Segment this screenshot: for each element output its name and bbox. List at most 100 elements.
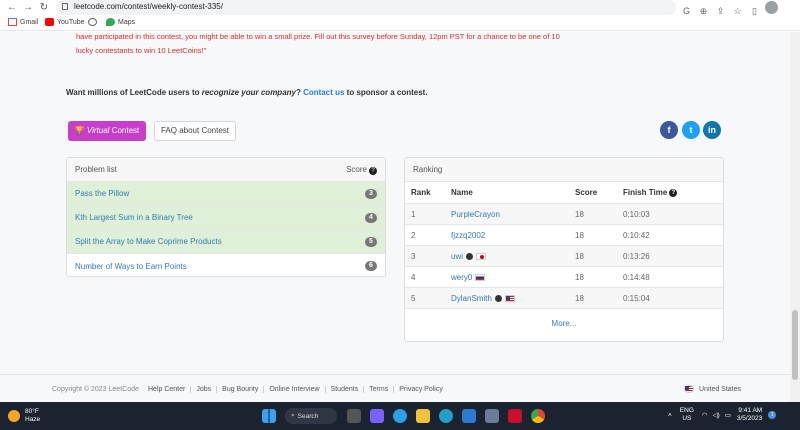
language-indicator[interactable]: ENG US xyxy=(680,407,694,423)
taskbar-apps: ⌕ Search xyxy=(262,408,554,424)
region-selector[interactable]: United States xyxy=(684,385,741,393)
browser-toolbar: ← → ↻ leetcode.com/contest/weekly-contes… xyxy=(0,0,800,32)
problem-score: 5 xyxy=(365,236,377,247)
footer-link[interactable]: Privacy Policy xyxy=(393,386,448,393)
help-icon[interactable]: ? xyxy=(669,188,678,197)
camera-icon[interactable] xyxy=(485,409,499,423)
japan-flag-icon xyxy=(476,252,487,260)
address-bar[interactable]: leetcode.com/contest/weekly-contest-335/ xyxy=(56,0,676,15)
chevron-up-icon[interactable]: ˄ xyxy=(668,412,672,419)
scrollbar-thumb[interactable] xyxy=(792,310,798,380)
user-link[interactable]: uwi xyxy=(451,252,463,261)
ranking-row: 5 DylanSmith 18 0:15:04 xyxy=(405,288,723,309)
user-link[interactable]: wery0 xyxy=(451,273,472,282)
help-icon[interactable]: ? xyxy=(369,166,377,175)
survey-notice: have participated in this contest, you m… xyxy=(76,32,560,55)
usa-flag-icon xyxy=(684,385,694,393)
ranking-row: 2 fjzzq2002 18 0:10:42 xyxy=(405,225,723,246)
bookmark-maps[interactable]: Maps xyxy=(106,18,135,26)
russia-flag-icon xyxy=(475,273,486,281)
problem-score: 4 xyxy=(365,212,377,223)
back-arrow-icon[interactable]: ← xyxy=(6,0,18,15)
ranking-columns: Rank Name Score Finish Time? xyxy=(405,182,723,204)
sponsor-message: Want millions of LeetCode users to recog… xyxy=(66,88,428,97)
ranking-panel: Ranking Rank Name Score Finish Time? 1 P… xyxy=(404,157,724,342)
volume-icon[interactable]: ◁) xyxy=(713,411,720,419)
badge-icon xyxy=(466,252,474,260)
clock[interactable]: 9:41 AM 3/5/2023 xyxy=(737,407,762,423)
bookmark-youtube[interactable]: YouTube xyxy=(45,18,85,26)
footer-link[interactable]: Terms xyxy=(363,386,394,393)
bookmark-gmail[interactable]: Gmail xyxy=(8,18,38,26)
trophy-icon: 🏆 xyxy=(74,126,85,135)
globe-icon xyxy=(88,18,97,26)
weather-icon xyxy=(8,410,20,422)
wifi-icon[interactable]: ◠ xyxy=(702,411,708,419)
problem-link[interactable]: Split the Array to Make Coprime Products xyxy=(75,237,222,246)
problem-list-header: Problem list Score? xyxy=(67,158,385,182)
virtual-contest-button[interactable]: 🏆 Virtual Contest xyxy=(68,121,146,141)
footer-link[interactable]: Bug Bounty xyxy=(216,386,264,393)
profile-avatar[interactable] xyxy=(765,1,778,14)
windows-taskbar: 80°F Haze ⌕ Search ˄ ENG US ◠ ◁) ▭ 9:41 A… xyxy=(0,402,800,430)
linkedin-icon[interactable]: in xyxy=(703,121,721,139)
problem-row[interactable]: Split the Array to Make Coprime Products… xyxy=(67,230,385,254)
ranking-row: 4 wery0 18 0:14:48 xyxy=(405,267,723,288)
ranking-row: 3 uwi 18 0:13:26 xyxy=(405,246,723,267)
contact-us-link[interactable]: Contact us xyxy=(303,88,344,97)
faq-button[interactable]: FAQ about Contest xyxy=(154,121,236,141)
bookmark-globe[interactable] xyxy=(88,18,100,26)
footer-link[interactable]: Jobs xyxy=(190,386,217,393)
badge-icon xyxy=(494,294,502,302)
settings-app-icon[interactable] xyxy=(393,409,407,423)
reload-icon[interactable]: ↻ xyxy=(38,0,50,15)
problem-row[interactable]: Pass the Pillow 3 xyxy=(67,182,385,206)
user-link[interactable]: fjzzq2002 xyxy=(451,231,485,240)
maps-icon xyxy=(106,18,115,26)
problem-link[interactable]: Kth Largest Sum in a Binary Tree xyxy=(75,213,193,222)
twitter-icon[interactable]: t xyxy=(682,121,700,139)
chrome-icon[interactable] xyxy=(531,409,545,423)
teams-icon[interactable] xyxy=(370,409,384,423)
copyright: Copyright © 2023 LeetCode xyxy=(52,386,139,393)
problem-row[interactable]: Kth Largest Sum in a Binary Tree 4 xyxy=(67,206,385,230)
page-footer: Copyright © 2023 LeetCode Help Center Job… xyxy=(0,374,790,402)
url-text: leetcode.com/contest/weekly-contest-335/ xyxy=(74,2,223,11)
bookmarks-bar: Gmail YouTube Maps xyxy=(0,17,800,31)
store-icon[interactable] xyxy=(462,409,476,423)
forward-arrow-icon[interactable]: → xyxy=(22,0,34,15)
contest-page: have participated in this contest, you m… xyxy=(0,32,790,402)
taskbar-search[interactable]: ⌕ Search xyxy=(285,408,337,424)
weather-widget[interactable]: 80°F Haze xyxy=(8,408,40,424)
file-explorer-icon[interactable] xyxy=(416,409,430,423)
browser-actions: G ⊕ ⇪ ☆ ▯ xyxy=(680,1,790,16)
footer-link[interactable]: Students xyxy=(324,386,364,393)
problem-score: 3 xyxy=(365,188,377,199)
lock-icon xyxy=(62,3,68,10)
problem-score: 6 xyxy=(365,261,377,271)
problem-row[interactable]: Number of Ways to Earn Points 6 xyxy=(67,254,385,278)
problem-link[interactable]: Pass the Pillow xyxy=(75,189,129,198)
ranking-header: Ranking xyxy=(405,158,723,182)
search-icon: ⌕ xyxy=(291,412,295,419)
footer-link[interactable]: Online Interview xyxy=(263,386,325,393)
mcafee-icon[interactable] xyxy=(508,409,522,423)
ranking-row: 1 PurpleCrayon 18 0:10:03 xyxy=(405,204,723,225)
problem-list-panel: Problem list Score? Pass the Pillow 3 Kt… xyxy=(66,157,386,277)
footer-links: Help Center Jobs Bug Bounty Online Intervie… xyxy=(148,386,448,393)
problem-link[interactable]: Number of Ways to Earn Points xyxy=(75,262,187,271)
battery-icon[interactable]: ▭ xyxy=(725,411,731,419)
user-link[interactable]: PurpleCrayon xyxy=(451,210,500,219)
task-view-icon[interactable] xyxy=(347,409,361,423)
system-tray: ˄ ENG US ◠ ◁) ▭ 9:41 AM 3/5/2023 1 xyxy=(668,407,777,423)
youtube-icon xyxy=(45,18,54,26)
facebook-icon[interactable]: f xyxy=(660,121,678,139)
footer-link[interactable]: Help Center xyxy=(148,386,190,393)
notification-badge[interactable]: 1 xyxy=(768,411,777,419)
user-link[interactable]: DylanSmith xyxy=(451,294,492,303)
usa-flag-icon xyxy=(504,294,515,302)
page-scrollbar[interactable] xyxy=(790,32,800,402)
edge-icon[interactable] xyxy=(439,409,453,423)
more-ranking-link[interactable]: More... xyxy=(405,309,723,337)
start-icon[interactable] xyxy=(262,409,276,423)
